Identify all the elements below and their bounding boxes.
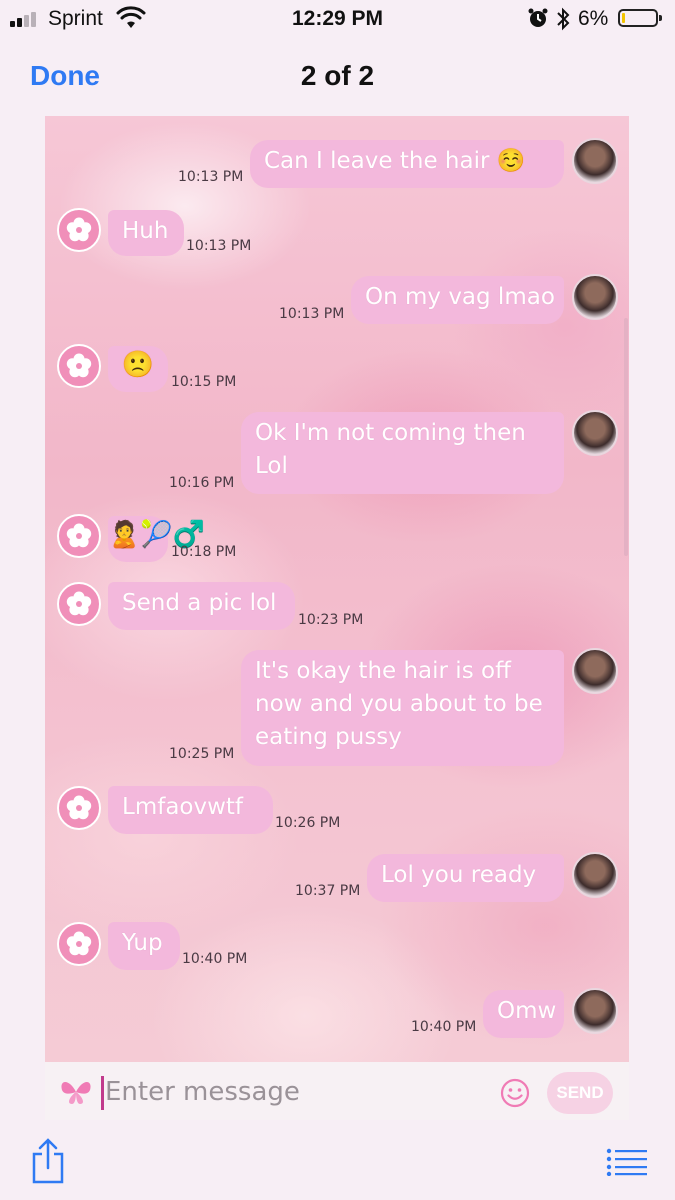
- navigation-bar: Done 2 of 2: [0, 40, 675, 116]
- message-timestamp: 10:18 PM: [171, 544, 237, 560]
- message-timestamp: 10:23 PM: [298, 612, 364, 628]
- message-bubble-incoming: 🙁: [108, 346, 168, 392]
- share-icon[interactable]: [28, 1136, 68, 1186]
- avatar: [572, 274, 618, 320]
- message-bubble-outgoing: Can I leave the hair ☺️: [250, 140, 564, 188]
- page-counter: 2 of 2: [300, 60, 375, 91]
- flower-avatar-icon: [57, 344, 101, 388]
- avatar: [572, 410, 618, 456]
- bluetooth-icon: [557, 7, 570, 31]
- avatar: [572, 852, 618, 898]
- avatar: [572, 988, 618, 1034]
- message-timestamp: 10:40 PM: [411, 1019, 477, 1035]
- send-button[interactable]: SEND: [547, 1072, 613, 1114]
- message-timestamp: 10:40 PM: [182, 951, 248, 967]
- message-bubble-outgoing: On my vag lmao: [351, 276, 564, 324]
- message-timestamp: 10:13 PM: [178, 169, 244, 185]
- avatar: [572, 648, 618, 694]
- battery-level: [622, 13, 625, 23]
- message-bubble-incoming: Send a pic lol: [108, 582, 295, 630]
- battery-percent: 6%: [578, 7, 609, 30]
- bottom-toolbar: [0, 1120, 675, 1200]
- message-bubble-outgoing: Lol you ready: [367, 854, 564, 902]
- message-composer: SEND: [45, 1062, 629, 1120]
- message-bubble-incoming: Yup: [108, 922, 180, 970]
- message-timestamp: 10:37 PM: [295, 883, 361, 899]
- clock: 12:29 PM: [291, 7, 384, 30]
- message-timestamp: 10:15 PM: [171, 374, 237, 390]
- message-bubble-outgoing: Omw: [483, 990, 564, 1038]
- scroll-indicator: [624, 318, 628, 556]
- message-timestamp: 10:13 PM: [279, 306, 345, 322]
- status-bar: Sprint 12:29 PM 6%: [0, 0, 675, 40]
- message-timestamp: 10:16 PM: [169, 475, 235, 491]
- message-bubble-outgoing: It's okay the hair is off now and you ab…: [241, 650, 564, 766]
- flower-avatar-icon: [57, 208, 101, 252]
- battery-icon: [618, 9, 662, 27]
- message-timestamp: 10:25 PM: [169, 746, 235, 762]
- message-timestamp: 10:26 PM: [275, 815, 341, 831]
- avatar: [572, 138, 618, 184]
- message-bubble-incoming: Huh: [108, 210, 184, 256]
- flower-avatar-icon: [57, 514, 101, 558]
- flower-avatar-icon: [57, 786, 101, 830]
- text-cursor: [101, 1076, 104, 1110]
- butterfly-icon[interactable]: [59, 1078, 93, 1106]
- message-input[interactable]: [105, 1073, 485, 1111]
- message-bubble-incoming: 🙎🎾‍♂️: [108, 516, 205, 562]
- message-timestamp: 10:13 PM: [186, 238, 252, 254]
- flower-avatar-icon: [57, 922, 101, 966]
- flower-avatar-icon: [57, 582, 101, 626]
- message-bubble-incoming: Lmfaovwtf: [108, 786, 273, 834]
- chat-screenshot: Can I leave the hair ☺️ 10:13 PM Huh 10:…: [45, 116, 629, 1120]
- list-icon[interactable]: [606, 1148, 648, 1176]
- alarm-icon: [528, 8, 548, 27]
- smiley-icon[interactable]: [500, 1078, 530, 1108]
- message-bubble-outgoing: Ok I'm not coming then Lol: [241, 412, 564, 494]
